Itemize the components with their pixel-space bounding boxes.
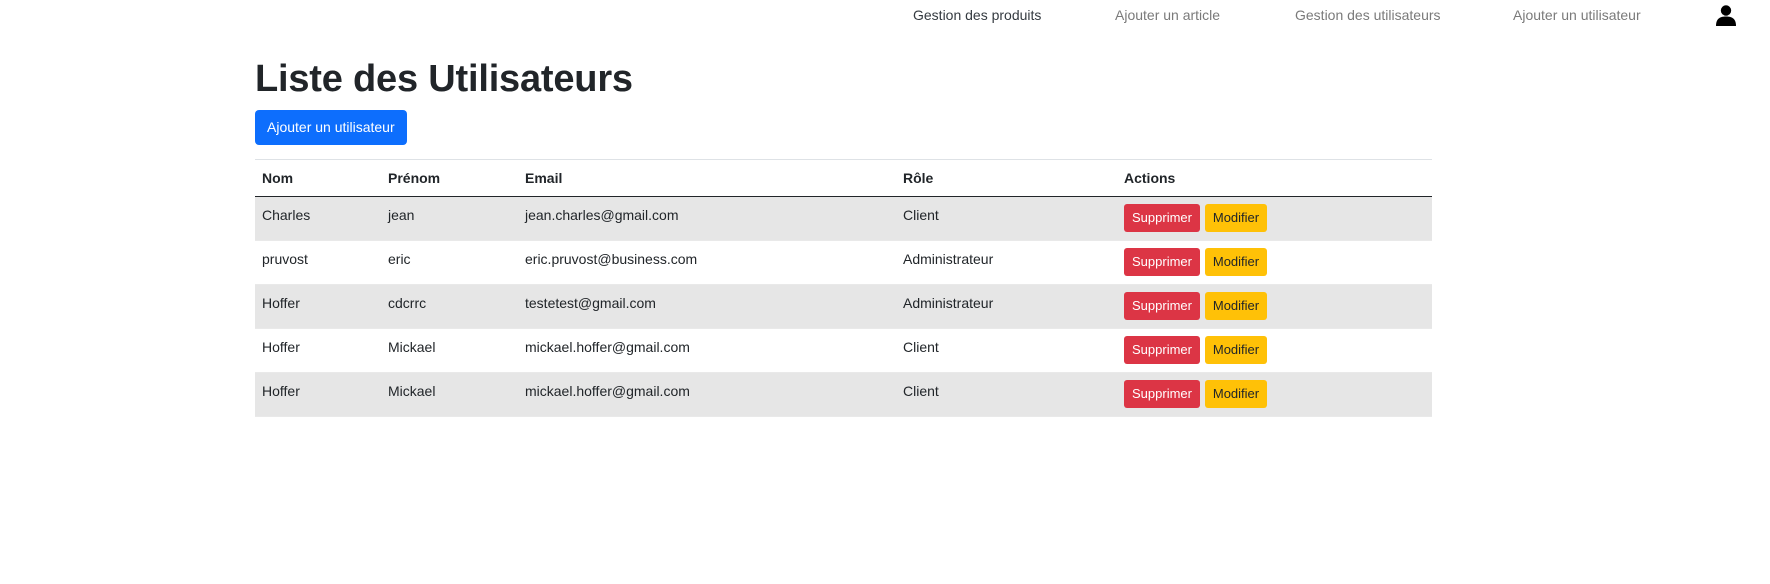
table-row: pruvost eric eric.pruvost@business.com A…: [255, 240, 1432, 285]
top-navbar: Gestion des produits Ajouter un article …: [0, 0, 1770, 32]
cell-nom: Hoffer: [255, 372, 381, 417]
user-icon[interactable]: [1716, 5, 1736, 26]
table-header: Nom Prénom Email Rôle Actions: [255, 159, 1432, 197]
edit-button[interactable]: Modifier: [1204, 336, 1268, 365]
delete-button[interactable]: Supprimer: [1124, 336, 1200, 365]
table-body: Charles jean jean.charles@gmail.com Clie…: [255, 196, 1432, 417]
cell-nom: Hoffer: [255, 328, 381, 373]
cell-role: Client: [896, 328, 1117, 373]
column-header-actions: Actions: [1117, 159, 1432, 197]
cell-prenom: eric: [381, 240, 518, 285]
cell-prenom: Mickael: [381, 372, 518, 417]
cell-email: eric.pruvost@business.com: [518, 240, 896, 285]
cell-email: jean.charles@gmail.com: [518, 196, 896, 241]
delete-button[interactable]: Supprimer: [1124, 292, 1200, 321]
column-header-prenom: Prénom: [381, 159, 518, 197]
edit-button[interactable]: Modifier: [1204, 292, 1268, 321]
cell-email: mickael.hoffer@gmail.com: [518, 372, 896, 417]
edit-button[interactable]: Modifier: [1204, 204, 1268, 233]
edit-button[interactable]: Modifier: [1204, 248, 1268, 277]
main-content: Liste des Utilisateurs Ajouter un utilis…: [255, 58, 1432, 417]
delete-button[interactable]: Supprimer: [1124, 248, 1200, 277]
cell-email: testetest@gmail.com: [518, 284, 896, 329]
nav-link-ajouter-utilisateur[interactable]: Ajouter un utilisateur: [1513, 7, 1641, 23]
column-header-nom: Nom: [255, 159, 381, 197]
column-header-email: Email: [518, 159, 896, 197]
delete-button[interactable]: Supprimer: [1124, 380, 1200, 409]
cell-role: Administrateur: [896, 240, 1117, 285]
nav-link-gestion-utilisateurs[interactable]: Gestion des utilisateurs: [1295, 7, 1441, 23]
cell-role: Client: [896, 196, 1117, 241]
delete-button[interactable]: Supprimer: [1124, 204, 1200, 233]
page-title: Liste des Utilisateurs: [255, 58, 633, 100]
users-table: Nom Prénom Email Rôle Actions Charles je…: [255, 158, 1432, 417]
cell-nom: Hoffer: [255, 284, 381, 329]
cell-prenom: Mickael: [381, 328, 518, 373]
cell-prenom: jean: [381, 196, 518, 241]
cell-nom: Charles: [255, 196, 381, 241]
cell-actions: Supprimer Modifier: [1117, 196, 1432, 241]
cell-nom: pruvost: [255, 240, 381, 285]
table-row: Hoffer Mickael mickael.hoffer@gmail.com …: [255, 372, 1432, 417]
cell-actions: Supprimer Modifier: [1117, 240, 1432, 285]
cell-email: mickael.hoffer@gmail.com: [518, 328, 896, 373]
cell-actions: Supprimer Modifier: [1117, 328, 1432, 373]
cell-role: Client: [896, 372, 1117, 417]
table-row: Hoffer cdcrrc testetest@gmail.com Admini…: [255, 284, 1432, 329]
add-user-button[interactable]: Ajouter un utilisateur: [255, 109, 407, 145]
edit-button[interactable]: Modifier: [1204, 380, 1268, 409]
cell-actions: Supprimer Modifier: [1117, 284, 1432, 329]
cell-prenom: cdcrrc: [381, 284, 518, 329]
nav-link-gestion-produits[interactable]: Gestion des produits: [913, 7, 1041, 23]
nav-link-ajouter-article[interactable]: Ajouter un article: [1115, 7, 1220, 23]
table-row: Charles jean jean.charles@gmail.com Clie…: [255, 196, 1432, 241]
cell-role: Administrateur: [896, 284, 1117, 329]
table-row: Hoffer Mickael mickael.hoffer@gmail.com …: [255, 328, 1432, 373]
cell-actions: Supprimer Modifier: [1117, 372, 1432, 417]
column-header-role: Rôle: [896, 159, 1117, 197]
